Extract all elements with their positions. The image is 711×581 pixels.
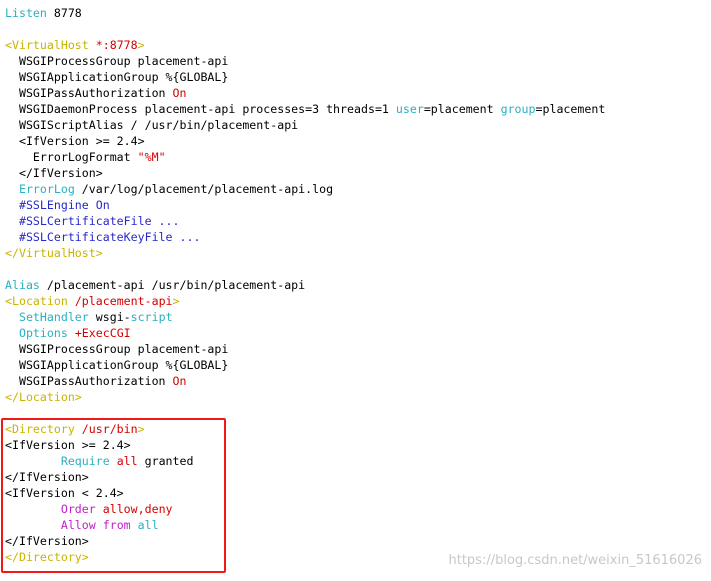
code-token: /placement-api <box>74 294 173 308</box>
code-line: WSGIProcessGroup placement-api <box>5 341 605 357</box>
code-line: #SSLEngine On <box>5 197 605 213</box>
code-token: =placement <box>423 102 501 116</box>
code-token: script <box>130 310 173 324</box>
code-token: SetHandler <box>18 310 89 324</box>
code-token: *:8778 <box>95 38 138 52</box>
code-token: #SSLEngine On <box>5 198 110 212</box>
code-token: > <box>137 38 145 52</box>
code-token: ErrorLog <box>18 182 75 196</box>
code-line: SetHandler wsgi-script <box>5 309 605 325</box>
code-line: Listen 8778 <box>5 5 605 21</box>
code-token: <VirtualHost <box>5 38 96 52</box>
code-line: #SSLCertificateFile ... <box>5 213 605 229</box>
code-line: WSGIApplicationGroup %{GLOBAL} <box>5 357 605 373</box>
code-token: WSGIProcessGroup placement-api <box>5 54 229 68</box>
code-line: WSGIPassAuthorization On <box>5 85 605 101</box>
code-token: On <box>172 86 187 100</box>
code-line: <Location /placement-api> <box>5 293 605 309</box>
code-token: +ExecCGI <box>67 326 131 340</box>
code-line: ErrorLog /var/log/placement/placement-ap… <box>5 181 605 197</box>
code-token: #SSLCertificateFile ... <box>5 214 180 228</box>
code-line: ErrorLogFormat "%M" <box>5 149 605 165</box>
code-token: Options <box>18 326 68 340</box>
code-token: </Location> <box>5 390 82 404</box>
code-line: WSGIScriptAlias / /usr/bin/placement-api <box>5 117 605 133</box>
code-token: Alias <box>5 278 40 292</box>
code-token: <IfVersion >= 2.4> <box>5 134 145 148</box>
code-token: WSGIScriptAlias / /usr/bin/placement-api <box>5 118 299 132</box>
code-line: Alias /placement-api /usr/bin/placement-… <box>5 277 605 293</box>
code-token: ErrorLogFormat <box>5 150 138 164</box>
code-token: </VirtualHost> <box>5 246 103 260</box>
code-token: #SSLCertificateKeyFile ... <box>5 230 201 244</box>
code-line: </Location> <box>5 389 605 405</box>
code-line: Options +ExecCGI <box>5 325 605 341</box>
code-line: WSGIApplicationGroup %{GLOBAL} <box>5 69 605 85</box>
code-line: <VirtualHost *:8778> <box>5 37 605 53</box>
code-token: user <box>395 102 424 116</box>
code-token: 8778 <box>46 6 82 20</box>
code-line: <IfVersion >= 2.4> <box>5 133 605 149</box>
code-line: </IfVersion> <box>5 165 605 181</box>
code-token: WSGIApplicationGroup %{GLOBAL} <box>5 70 229 84</box>
code-token: /var/log/placement/placement-api.log <box>74 182 334 196</box>
code-token: "%M" <box>137 150 166 164</box>
code-token: On <box>172 374 187 388</box>
code-token: /placement-api /usr/bin/placement-api <box>39 278 306 292</box>
code-line: WSGIDaemonProcess placement-api processe… <box>5 101 605 117</box>
code-token: =placement <box>535 102 606 116</box>
code-token: group <box>500 102 536 116</box>
code-line: </VirtualHost> <box>5 245 605 261</box>
code-token: WSGIPassAuthorization <box>5 86 173 100</box>
code-token: WSGIApplicationGroup %{GLOBAL} <box>5 358 229 372</box>
code-token: <Location <box>5 294 75 308</box>
code-token: </IfVersion> <box>5 166 103 180</box>
code-line: WSGIPassAuthorization On <box>5 373 605 389</box>
code-token: WSGIPassAuthorization <box>5 374 173 388</box>
code-token: Listen <box>5 6 47 20</box>
watermark: https://blog.csdn.net/weixin_51616026 <box>448 553 702 568</box>
code-token: WSGIDaemonProcess placement-api processe… <box>5 102 396 116</box>
code-token: > <box>172 294 180 308</box>
code-line: #SSLCertificateKeyFile ... <box>5 229 605 245</box>
code-line: WSGIProcessGroup placement-api <box>5 53 605 69</box>
highlight-box <box>1 418 226 573</box>
code-token: wsgi- <box>88 310 131 324</box>
code-token: WSGIProcessGroup placement-api <box>5 342 229 356</box>
